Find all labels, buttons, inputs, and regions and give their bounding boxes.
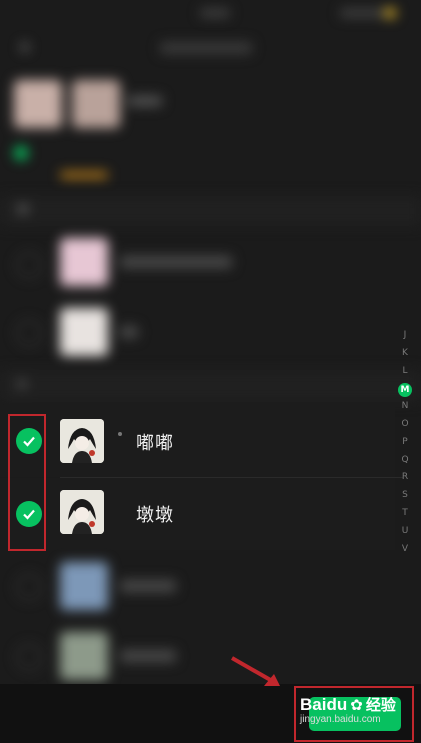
index-letter-n[interactable]: N: [398, 401, 412, 411]
contact-list-top: [0, 228, 421, 368]
watermark-brand: Baidu: [300, 694, 348, 714]
status-bar: [0, 0, 421, 26]
contact-avatar: [60, 419, 104, 463]
header: ✕: [0, 26, 421, 68]
selected-preview: [0, 70, 421, 200]
contact-avatar: [60, 562, 108, 610]
index-letter-r[interactable]: R: [398, 472, 412, 482]
contact-name: 嘟嘟: [136, 433, 174, 454]
watermark-url: jingyan.baidu.com: [300, 714, 381, 725]
contact-avatar: [60, 308, 108, 356]
contact-name-placeholder: [120, 256, 232, 268]
contact-list-bottom: [0, 550, 395, 684]
select-circle[interactable]: [16, 644, 42, 670]
index-letter-l[interactable]: L: [398, 366, 412, 376]
contact-row[interactable]: 墩墩: [0, 478, 395, 550]
contact-name-placeholder: [120, 326, 138, 338]
back-arrow-icon[interactable]: ✕: [18, 38, 31, 57]
preview-tag: [60, 172, 108, 178]
index-letter-j[interactable]: J: [398, 330, 412, 340]
contact-row[interactable]: 嘟嘟: [0, 405, 395, 477]
index-letter-t[interactable]: T: [398, 508, 412, 518]
arrow-annotation-icon: [231, 656, 280, 686]
index-letter-p[interactable]: P: [398, 437, 412, 447]
select-circle[interactable]: [16, 252, 42, 278]
select-circle[interactable]: [16, 320, 42, 346]
section-header-m: [0, 370, 421, 402]
selected-avatar-2: [72, 80, 120, 128]
contact-avatar: [60, 238, 108, 286]
index-letter-q[interactable]: Q: [398, 455, 412, 465]
index-letter-k[interactable]: K: [398, 348, 412, 358]
index-letter-m[interactable]: M: [398, 383, 412, 398]
battery-icon: [384, 8, 396, 18]
selected-avatar-1: [14, 80, 62, 128]
paw-icon: ✿: [350, 696, 363, 714]
contact-avatar: [60, 490, 104, 534]
index-letter-v[interactable]: V: [398, 544, 412, 554]
index-letter-s[interactable]: S: [398, 490, 412, 500]
title-placeholder: [160, 42, 252, 54]
watermark-product: 经验: [365, 697, 396, 714]
contact-name: 墩墩: [136, 505, 174, 526]
select-circle[interactable]: [16, 574, 42, 600]
contact-name-placeholder: [120, 580, 176, 592]
baidu-watermark: Baidu ✿ 经验 jingyan.baidu.com: [300, 694, 396, 726]
index-bar[interactable]: JKLMNOPQRSTUV: [395, 330, 419, 554]
index-letter-o[interactable]: O: [398, 419, 412, 429]
status-center: [200, 9, 230, 17]
annotation-box: [8, 414, 46, 551]
status-icons: [340, 9, 384, 17]
section-header-1: [0, 196, 421, 226]
preview-check: [14, 146, 28, 160]
dot: [118, 432, 122, 436]
contact-name-placeholder: [120, 650, 176, 662]
preview-label: [128, 96, 162, 106]
index-letter-u[interactable]: U: [398, 526, 412, 536]
contact-avatar: [60, 632, 108, 680]
